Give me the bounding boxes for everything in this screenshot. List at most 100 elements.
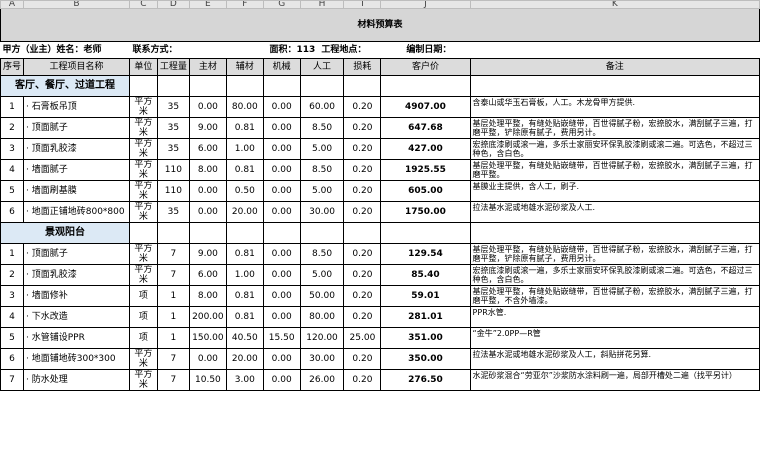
unit-cell[interactable]: 项 — [128, 285, 158, 307]
column-header-f[interactable]: F — [225, 0, 264, 9]
empty-cell[interactable] — [128, 75, 158, 97]
item-name[interactable]: · 地面正铺地砖800*800 — [23, 201, 130, 223]
item-name[interactable]: · 墙面修补 — [23, 285, 130, 307]
aux-material-cell[interactable]: 80.00 — [225, 96, 264, 118]
main-material-cell[interactable]: 0.00 — [188, 180, 227, 202]
loss-cell[interactable]: 0.20 — [343, 243, 382, 265]
quantity-cell[interactable]: 1 — [156, 327, 190, 349]
customer-price-cell[interactable]: 85.40 — [380, 264, 471, 286]
unit-cell[interactable]: 项 — [128, 306, 158, 328]
note-cell[interactable]: 基层处理平整，有缝处贴嵌缝带，百世得腻子粉，宏捺胶水，满刮腻子三遍，打磨平整。 — [469, 159, 760, 181]
labor-cell[interactable]: 5.00 — [299, 138, 345, 160]
loss-cell[interactable]: 0.20 — [343, 180, 382, 202]
empty-cell[interactable] — [469, 75, 760, 97]
row-number[interactable]: 4 — [0, 306, 25, 328]
empty-cell[interactable] — [299, 222, 345, 244]
header-cell[interactable]: 序号 — [0, 58, 25, 76]
labor-cell[interactable]: 50.00 — [299, 285, 345, 307]
customer-price-cell[interactable]: 647.68 — [380, 117, 471, 139]
aux-material-cell[interactable]: 0.81 — [225, 117, 264, 139]
aux-material-cell[interactable]: 0.81 — [225, 243, 264, 265]
labor-cell[interactable]: 5.00 — [299, 180, 345, 202]
column-header-i[interactable]: I — [343, 0, 382, 9]
row-number[interactable]: 6 — [0, 348, 25, 370]
quantity-cell[interactable]: 7 — [156, 369, 190, 391]
row-number[interactable]: 5 — [0, 180, 25, 202]
header-cell[interactable]: 主材 — [188, 58, 227, 76]
row-number[interactable]: 7 — [0, 369, 25, 391]
empty-cell[interactable] — [380, 222, 471, 244]
machinery-cell[interactable]: 0.00 — [262, 180, 301, 202]
empty-cell[interactable] — [380, 75, 471, 97]
aux-material-cell[interactable]: 20.00 — [225, 348, 264, 370]
empty-cell[interactable] — [225, 75, 264, 97]
empty-cell[interactable] — [225, 222, 264, 244]
machinery-cell[interactable]: 0.00 — [262, 243, 301, 265]
row-number[interactable]: 5 — [0, 327, 25, 349]
row-number[interactable]: 6 — [0, 201, 25, 223]
loss-cell[interactable]: 0.20 — [343, 285, 382, 307]
column-header-j[interactable]: J — [380, 0, 471, 9]
column-header-k[interactable]: K — [469, 0, 760, 9]
loss-cell[interactable]: 25.00 — [343, 327, 382, 349]
customer-price-cell[interactable]: 4907.00 — [380, 96, 471, 118]
labor-cell[interactable]: 8.50 — [299, 117, 345, 139]
item-name[interactable]: · 防水处理 — [23, 369, 130, 391]
item-name[interactable]: · 下水改造 — [23, 306, 130, 328]
labor-cell[interactable]: 60.00 — [299, 96, 345, 118]
main-material-cell[interactable]: 9.00 — [188, 117, 227, 139]
machinery-cell[interactable]: 0.00 — [262, 117, 301, 139]
main-material-cell[interactable]: 0.00 — [188, 201, 227, 223]
aux-material-cell[interactable]: 0.81 — [225, 285, 264, 307]
unit-cell[interactable]: 平方米 — [128, 243, 158, 265]
column-header-c[interactable]: C — [128, 0, 158, 9]
row-number[interactable]: 4 — [0, 159, 25, 181]
row-number[interactable]: 1 — [0, 96, 25, 118]
labor-cell[interactable]: 80.00 — [299, 306, 345, 328]
quantity-cell[interactable]: 1 — [156, 306, 190, 328]
column-header-a[interactable]: A — [0, 0, 25, 9]
item-name[interactable]: · 墙面刷基膜 — [23, 180, 130, 202]
header-cell[interactable]: 辅材 — [225, 58, 264, 76]
note-cell[interactable]: 基层处理平整，有缝处贴嵌缝带，百世得腻子粉，宏捺胶水，满刮腻子三遍，打磨平整，铲… — [469, 243, 760, 265]
note-cell[interactable]: 基膜业主提供，含人工，刷子. — [469, 180, 760, 202]
quantity-cell[interactable]: 7 — [156, 348, 190, 370]
unit-cell[interactable]: 平方米 — [128, 348, 158, 370]
note-cell[interactable]: 宏捺底漆刷或滚一遍，多乐士家丽安环保乳胶漆刷或滚二遍。可选色，不超过三种色，含白… — [469, 264, 760, 286]
header-cell[interactable]: 工程量 — [156, 58, 190, 76]
loss-cell[interactable]: 0.20 — [343, 306, 382, 328]
machinery-cell[interactable]: 0.00 — [262, 201, 301, 223]
empty-cell[interactable] — [343, 75, 382, 97]
item-name[interactable]: · 顶面腻子 — [23, 117, 130, 139]
machinery-cell[interactable]: 15.50 — [262, 327, 301, 349]
aux-material-cell[interactable]: 3.00 — [225, 369, 264, 391]
aux-material-cell[interactable]: 0.50 — [225, 180, 264, 202]
loss-cell[interactable]: 0.20 — [343, 138, 382, 160]
section-title[interactable]: 景观阳台 — [0, 222, 130, 244]
empty-cell[interactable] — [188, 75, 227, 97]
customer-price-cell[interactable]: 350.00 — [380, 348, 471, 370]
customer-price-cell[interactable]: 605.00 — [380, 180, 471, 202]
main-material-cell[interactable]: 6.00 — [188, 138, 227, 160]
machinery-cell[interactable]: 0.00 — [262, 369, 301, 391]
column-header-d[interactable]: D — [156, 0, 190, 9]
aux-material-cell[interactable]: 1.00 — [225, 264, 264, 286]
note-cell[interactable]: 拉法基水泥或地雄水泥砂浆及人工，斜贴拼花另算. — [469, 348, 760, 370]
section-title[interactable]: 客厅、餐厅、过道工程 — [0, 75, 130, 97]
machinery-cell[interactable]: 0.00 — [262, 264, 301, 286]
main-material-cell[interactable]: 200.00 — [188, 306, 227, 328]
main-material-cell[interactable]: 150.00 — [188, 327, 227, 349]
note-cell[interactable]: PPR水管. — [469, 306, 760, 328]
labor-cell[interactable]: 26.00 — [299, 369, 345, 391]
aux-material-cell[interactable]: 40.50 — [225, 327, 264, 349]
customer-price-cell[interactable]: 59.01 — [380, 285, 471, 307]
column-header-b[interactable]: B — [23, 0, 130, 9]
note-cell[interactable]: 水泥砂浆混合“劳亚尔”沙浆防水涂料刷一遍，局部开槽处二遍（找平另计） — [469, 369, 760, 391]
item-name[interactable]: · 水管铺设PPR — [23, 327, 130, 349]
item-name[interactable]: · 石膏板吊顶 — [23, 96, 130, 118]
column-header-e[interactable]: E — [188, 0, 227, 9]
unit-cell[interactable]: 平方米 — [128, 180, 158, 202]
loss-cell[interactable]: 0.20 — [343, 159, 382, 181]
main-material-cell[interactable]: 0.00 — [188, 348, 227, 370]
customer-price-cell[interactable]: 1925.55 — [380, 159, 471, 181]
